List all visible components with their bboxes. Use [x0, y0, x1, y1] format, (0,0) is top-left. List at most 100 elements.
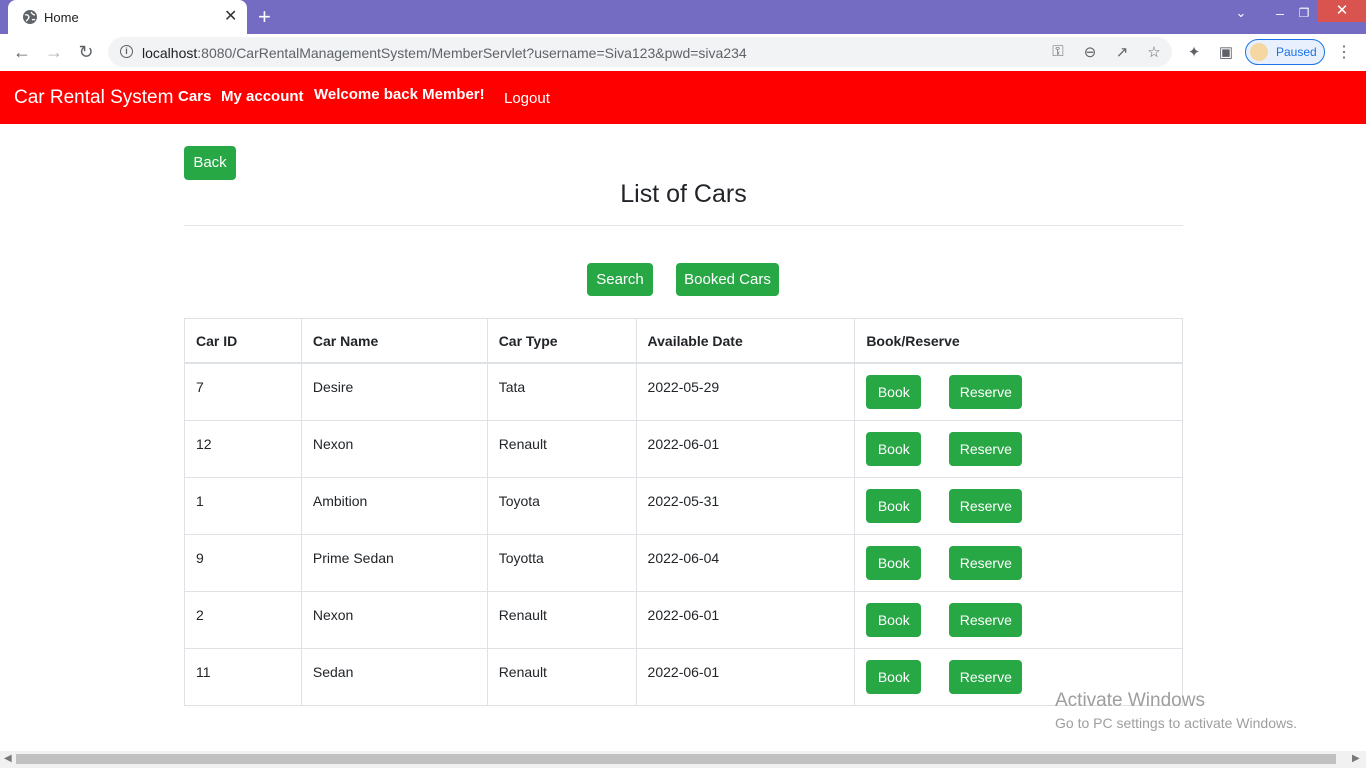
available-date-cell: 2022-06-04	[635, 533, 856, 592]
car-type-cell: Tata	[486, 362, 637, 421]
site-info-icon[interactable]: i	[120, 45, 133, 58]
side-panel-icon[interactable]: ▣	[1216, 43, 1236, 61]
car-name-cell: Sedan	[300, 647, 488, 706]
reserve-button[interactable]: Reserve	[949, 545, 1023, 580]
scrollbar-thumb[interactable]	[16, 754, 1336, 764]
table-row: 12 Nexon Renault 2022-06-01 Book Reserve	[184, 419, 1183, 478]
header-book-reserve: Book/Reserve	[854, 318, 1183, 364]
browser-tab-bar: Home ✕ + ⌄ – ❐ ✕	[0, 0, 1366, 34]
window-close-icon[interactable]: ✕	[1318, 0, 1366, 22]
book-button[interactable]: Book	[866, 545, 922, 580]
actions-cell: Book Reserve	[854, 533, 1183, 592]
book-button[interactable]: Book	[866, 659, 922, 694]
actions-cell: Book Reserve	[854, 476, 1183, 535]
header-available-date: Available Date	[635, 318, 856, 364]
bookmark-star-icon[interactable]: ☆	[1144, 43, 1164, 61]
table-row: 7 Desire Tata 2022-05-29 Book Reserve	[184, 362, 1183, 421]
restore-icon[interactable]: ❐	[1294, 0, 1314, 30]
menu-kebab-icon[interactable]: ⋮	[1336, 42, 1352, 62]
address-bar[interactable]: i localhost:8080/CarRentalManagementSyst…	[108, 37, 1172, 67]
car-type-cell: Toyota	[486, 476, 637, 535]
share-icon[interactable]: ↗	[1112, 43, 1132, 61]
reserve-button[interactable]: Reserve	[949, 602, 1023, 637]
tab-search-chevron-icon[interactable]: ⌄	[1232, 0, 1250, 30]
book-button[interactable]: Book	[866, 431, 922, 466]
avatar	[1250, 43, 1268, 61]
book-button[interactable]: Book	[866, 488, 922, 523]
table-row: 9 Prime Sedan Toyotta 2022-06-04 Book Res…	[184, 533, 1183, 592]
table-row: 2 Nexon Renault 2022-06-01 Book Reserve	[184, 590, 1183, 649]
extensions-icon[interactable]: ✦	[1184, 43, 1204, 61]
reserve-button[interactable]: Reserve	[949, 488, 1023, 523]
car-id-cell: 1	[184, 476, 302, 535]
car-id-cell: 11	[184, 647, 302, 706]
available-date-cell: 2022-05-29	[635, 362, 856, 421]
table-row: 11 Sedan Renault 2022-06-01 Book Reserve	[184, 647, 1183, 706]
back-arrow-icon[interactable]: ←	[10, 40, 34, 64]
car-id-cell: 9	[184, 533, 302, 592]
header-car-type: Car Type	[486, 318, 637, 364]
url-host: localhost	[142, 45, 198, 61]
back-button[interactable]: Back	[184, 146, 236, 180]
globe-icon	[23, 10, 37, 24]
car-type-cell: Renault	[486, 647, 637, 706]
forward-arrow-icon[interactable]: →	[42, 40, 66, 64]
scroll-right-icon[interactable]: ▶	[1352, 753, 1360, 764]
page-title: List of Cars	[620, 180, 747, 208]
available-date-cell: 2022-05-31	[635, 476, 856, 535]
available-date-cell: 2022-06-01	[635, 647, 856, 706]
welcome-text: Welcome back Member!	[314, 86, 485, 103]
car-name-cell: Prime Sedan	[300, 533, 488, 592]
browser-tab[interactable]: Home ✕	[8, 0, 247, 34]
car-type-cell: Toyotta	[486, 533, 637, 592]
divider	[184, 225, 1183, 226]
car-name-cell: Ambition	[300, 476, 488, 535]
car-id-cell: 2	[184, 590, 302, 649]
browser-toolbar: ← → ↻ i localhost:8080/CarRentalManageme…	[0, 34, 1366, 72]
reserve-button[interactable]: Reserve	[949, 659, 1023, 694]
scroll-left-icon[interactable]: ◀	[4, 753, 12, 764]
car-id-cell: 12	[184, 419, 302, 478]
key-icon[interactable]: ⚿	[1048, 43, 1068, 60]
nav-cars-link[interactable]: Cars	[178, 88, 211, 105]
car-name-cell: Desire	[300, 362, 488, 421]
profile-button[interactable]: Paused	[1245, 39, 1325, 65]
book-button[interactable]: Book	[866, 602, 922, 637]
nav-my-account-link[interactable]: My account	[221, 88, 304, 105]
url-text[interactable]: localhost:8080/CarRentalManagementSystem…	[142, 45, 747, 61]
search-button[interactable]: Search	[587, 263, 653, 296]
car-type-cell: Renault	[486, 590, 637, 649]
tab-title: Home	[44, 10, 79, 25]
minimize-icon[interactable]: –	[1270, 0, 1290, 30]
tab-close-icon[interactable]: ✕	[224, 7, 237, 27]
brand-link[interactable]: Car Rental System	[14, 87, 173, 109]
cars-table: Car ID Car Name Car Type Available Date …	[184, 318, 1183, 706]
available-date-cell: 2022-06-01	[635, 419, 856, 478]
actions-cell: Book Reserve	[854, 590, 1183, 649]
header-car-id: Car ID	[184, 318, 302, 364]
car-name-cell: Nexon	[300, 590, 488, 649]
reload-icon[interactable]: ↻	[74, 40, 98, 64]
car-type-cell: Renault	[486, 419, 637, 478]
app-navbar: Car Rental System Cars My account Welcom…	[0, 71, 1366, 124]
book-button[interactable]: Book	[866, 375, 922, 409]
table-header-row: Car ID Car Name Car Type Available Date …	[184, 318, 1183, 364]
url-path: :8080/CarRentalManagementSystem/MemberSe…	[197, 45, 747, 61]
header-car-name: Car Name	[300, 318, 488, 364]
horizontal-scrollbar[interactable]: ◀ ▶	[0, 751, 1366, 768]
activate-windows-title: Activate Windows	[1055, 690, 1205, 711]
activate-windows-subtitle: Go to PC settings to activate Windows.	[1055, 715, 1297, 731]
table-row: 1 Ambition Toyota 2022-05-31 Book Reserve	[184, 476, 1183, 535]
logout-link[interactable]: Logout	[504, 90, 550, 107]
available-date-cell: 2022-06-01	[635, 590, 856, 649]
booked-cars-button[interactable]: Booked Cars	[676, 263, 779, 296]
profile-status: Paused	[1276, 45, 1317, 59]
reserve-button[interactable]: Reserve	[949, 375, 1023, 409]
car-id-cell: 7	[184, 362, 302, 421]
reserve-button[interactable]: Reserve	[949, 431, 1023, 466]
new-tab-button[interactable]: +	[258, 4, 271, 30]
zoom-icon[interactable]: ⊖	[1080, 43, 1100, 61]
actions-cell: Book Reserve	[854, 362, 1183, 421]
actions-cell: Book Reserve	[854, 419, 1183, 478]
car-name-cell: Nexon	[300, 419, 488, 478]
